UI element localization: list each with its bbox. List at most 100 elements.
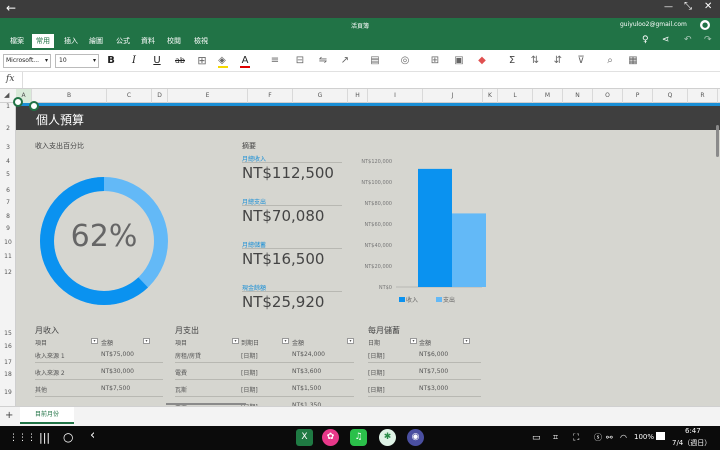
table-cell[interactable]: NT$24,000	[292, 351, 325, 358]
number-format-icon[interactable]: ▤	[368, 53, 382, 69]
table-cell[interactable]: NT$1,500	[292, 385, 321, 392]
recent-apps-icon[interactable]: |||	[39, 431, 50, 445]
selection-handle-start[interactable]	[13, 97, 23, 107]
table-cell[interactable]: NT$30,000	[101, 368, 134, 375]
row-header[interactable]: 3	[0, 144, 16, 151]
table-cell[interactable]: 收入來源 1	[35, 351, 65, 360]
row-header[interactable]: 12	[0, 269, 16, 276]
close-icon[interactable]: ✕	[704, 1, 712, 12]
row-header[interactable]: 6	[0, 187, 16, 194]
tab-2[interactable]: 插入	[60, 34, 82, 48]
row-header[interactable]: 10	[0, 239, 16, 246]
vertical-scrollbar[interactable]	[716, 125, 719, 157]
column-header[interactable]: J	[423, 89, 483, 103]
format-cells-icon[interactable]: ▣	[452, 53, 466, 69]
table-cell[interactable]: 收入來源 2	[35, 368, 65, 377]
table-cell[interactable]: NT$3,000	[419, 385, 448, 392]
column-header[interactable]: N	[563, 89, 593, 103]
formula-input[interactable]	[22, 72, 720, 88]
nav-back-icon[interactable]: ‹	[90, 429, 95, 443]
tab-1[interactable]: 常用	[32, 34, 54, 48]
italic-button[interactable]: I	[127, 53, 141, 69]
horizontal-scrollbar[interactable]	[166, 403, 246, 405]
tab-7[interactable]: 檢視	[190, 34, 212, 48]
column-header[interactable]: L	[498, 89, 533, 103]
row-header[interactable]: 19	[0, 389, 16, 396]
screenshot-icon[interactable]: ⌗	[553, 431, 558, 445]
sheet-area[interactable]: 個人預算 收入支出百分比 62% 摘要 月總收入 NT$112,500 月總支出 NT…	[16, 103, 720, 406]
sort-icon[interactable]: ⇅	[528, 53, 542, 69]
column-header[interactable]: E	[168, 89, 248, 103]
lightbulb-icon[interactable]: ♀	[642, 35, 649, 45]
filter-dropdown-icon[interactable]: ▾	[282, 338, 289, 344]
tab-0[interactable]: 檔案	[6, 34, 28, 48]
underline-button[interactable]: U	[150, 53, 164, 69]
table-cell[interactable]: NT$7,500	[419, 368, 448, 375]
share-icon[interactable]: ⋖	[662, 35, 670, 45]
fullscreen-icon[interactable]: ⛶	[573, 431, 579, 445]
music-app-icon[interactable]: ♫	[350, 429, 367, 446]
table-cell[interactable]: [日期]	[241, 368, 258, 377]
table-cell[interactable]: [日期]	[241, 351, 258, 360]
minimize-icon[interactable]: —	[664, 2, 673, 12]
row-header[interactable]: 18	[0, 371, 16, 378]
sheet-tab-current[interactable]: 目前月份	[20, 407, 74, 424]
clear-icon[interactable]: ◆	[475, 53, 489, 69]
tab-3[interactable]: 繪圖	[85, 34, 107, 48]
select-all-icon[interactable]: ◢	[4, 91, 9, 99]
column-header[interactable]: R	[688, 89, 718, 103]
add-sheet-button[interactable]: +	[5, 410, 13, 421]
selection-handle-end[interactable]	[29, 101, 39, 111]
font-name-select[interactable]: Microsoft... ▾	[3, 54, 51, 68]
table-cell[interactable]: NT$75,000	[101, 351, 134, 358]
column-header[interactable]: I	[368, 89, 423, 103]
avatar[interactable]: ●	[700, 20, 710, 30]
column-header[interactable]: D	[152, 89, 168, 103]
row-header[interactable]: 8	[0, 213, 16, 220]
font-size-select[interactable]: 10 ▾	[55, 54, 99, 68]
redo-icon[interactable]: ↷	[704, 35, 712, 45]
merge-icon[interactable]: ⇋	[316, 53, 330, 69]
keyboard-icon[interactable]: ▭	[532, 431, 541, 445]
restore-icon[interactable]: ⤡	[684, 1, 692, 12]
sort-desc-icon[interactable]: ⇵	[551, 53, 565, 69]
column-header[interactable]: K	[483, 89, 498, 103]
filter-icon[interactable]: ⊽	[574, 53, 588, 69]
tab-4[interactable]: 公式	[112, 34, 134, 48]
app-drawer-icon[interactable]: ⋮⋮⋮	[9, 431, 36, 445]
table-cell[interactable]: NT$6,000	[419, 351, 448, 358]
home-icon[interactable]: ○	[63, 430, 73, 444]
row-header[interactable]: 4	[0, 158, 16, 165]
align-icon[interactable]: ≡	[268, 53, 282, 69]
gallery-app-icon[interactable]: ◉	[407, 429, 424, 446]
filter-dropdown-icon[interactable]: ▾	[410, 338, 417, 344]
filter-dropdown-icon[interactable]: ▾	[232, 338, 239, 344]
table-cell[interactable]: NT$3,600	[292, 368, 321, 375]
column-header[interactable]: C	[107, 89, 152, 103]
find-icon[interactable]: ⌕	[603, 53, 617, 69]
column-header[interactable]: M	[533, 89, 563, 103]
tab-5[interactable]: 資料	[137, 34, 159, 48]
column-header[interactable]: O	[593, 89, 623, 103]
table-cell[interactable]: [日期]	[368, 385, 385, 394]
fx-icon[interactable]: fx	[6, 74, 14, 84]
row-header[interactable]: 15	[0, 330, 16, 337]
column-header[interactable]: G	[293, 89, 348, 103]
undo-icon[interactable]: ↶	[684, 35, 692, 45]
table-icon[interactable]: ▦	[626, 53, 640, 69]
row-header[interactable]: 17	[0, 359, 16, 366]
column-header[interactable]: Q	[653, 89, 688, 103]
row-header[interactable]: 16	[0, 343, 16, 350]
table-cell[interactable]: 電費	[175, 368, 187, 377]
column-header[interactable]: P	[623, 89, 653, 103]
account-email[interactable]: guiyuloo2@gmail.com	[620, 21, 687, 28]
maps-app-icon[interactable]: ✱	[379, 429, 396, 446]
row-header[interactable]: 11	[0, 253, 16, 260]
column-header[interactable]: F	[248, 89, 293, 103]
column-header[interactable]: B	[32, 89, 107, 103]
table-cell[interactable]: 瓦斯	[175, 385, 187, 394]
table-cell[interactable]: 其他	[35, 385, 47, 394]
orientation-icon[interactable]: ↗	[338, 53, 352, 69]
row-header[interactable]: 5	[0, 171, 16, 178]
tab-6[interactable]: 校閱	[163, 34, 185, 48]
